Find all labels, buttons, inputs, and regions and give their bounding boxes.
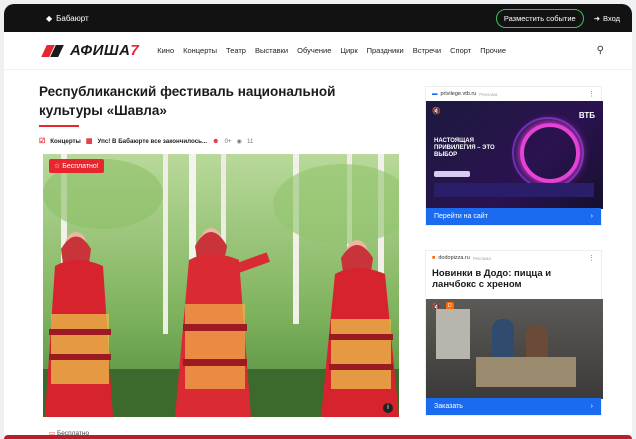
- ad-favicon-icon: ■: [432, 255, 436, 261]
- event-title: Республиканский фестиваль национальной к…: [39, 84, 336, 118]
- site-logo[interactable]: АФИША7: [41, 42, 140, 59]
- calendar-icon: ▦: [85, 138, 93, 145]
- chevron-right-icon: ›: [590, 403, 593, 410]
- ad-cta-button[interactable]: Заказать ›: [426, 398, 601, 415]
- logo-text: АФИША7: [70, 42, 140, 59]
- ad-cta-button[interactable]: Перейти на сайт ›: [426, 208, 601, 225]
- nav-item-theatre[interactable]: Театр: [226, 46, 246, 55]
- age-rating: 0+: [224, 137, 232, 145]
- more-options-icon[interactable]: ⋮: [588, 254, 595, 262]
- nav-item-holidays[interactable]: Праздники: [367, 46, 404, 55]
- nav-item-meetings[interactable]: Встречи: [413, 46, 441, 55]
- top-bar: ◆ Бабаюрт Разместить событие ➜ Вход: [4, 4, 632, 32]
- nav-item-kino[interactable]: Кино: [157, 46, 174, 55]
- nav-item-education[interactable]: Обучение: [297, 46, 331, 55]
- nav-item-other[interactable]: Прочие: [480, 46, 506, 55]
- people-icon: ☻: [212, 137, 220, 145]
- more-options-icon[interactable]: ⋮: [588, 90, 595, 98]
- nav-item-circus[interactable]: Цирк: [340, 46, 357, 55]
- login-label: Вход: [603, 13, 620, 23]
- ad-banner-button: [434, 171, 470, 177]
- event-photo-image: [43, 154, 399, 417]
- search-icon[interactable]: ⚲: [597, 45, 604, 56]
- ad-banner-image: 🔇 ВТБ НАСТОЯЩАЯ ПРИВИЛЕГИЯ – ЭТО ВЫБОР: [426, 101, 603, 209]
- nav-menu: Кино Концерты Театр Выставки Обучение Ци…: [157, 46, 596, 55]
- ad-header: ▬ privilege.vtb.ru Реклама ⋮: [426, 87, 601, 101]
- mute-icon[interactable]: 🔇: [432, 107, 441, 115]
- nav-item-concerts[interactable]: Концерты: [183, 46, 217, 55]
- ad-cta-label: Перейти на сайт: [434, 213, 488, 220]
- ad-cta-label: Заказать: [434, 403, 463, 410]
- ad-header: ■ dodopizza.ru Реклама ⋮: [426, 251, 601, 265]
- chevron-right-icon: ›: [590, 213, 593, 220]
- city-label: Бабаюрт: [56, 13, 89, 23]
- view-count: 11: [246, 137, 254, 145]
- ad-video-image: 🔇 D: [426, 299, 603, 399]
- title-underline: [39, 125, 79, 127]
- place-event-button[interactable]: Разместить событие: [495, 8, 584, 28]
- event-photo[interactable]: ☆ Бесплатно! i: [43, 154, 399, 417]
- checkbox-icon: ☑: [39, 138, 46, 145]
- nav-item-exhibitions[interactable]: Выставки: [255, 46, 288, 55]
- page: ◆ Бабаюрт Разместить событие ➜ Вход АФИШ…: [4, 4, 632, 439]
- ad-favicon-icon: ▬: [432, 91, 438, 97]
- person-shape: [492, 319, 514, 359]
- ad-domain: dodopizza.ru: [438, 255, 470, 261]
- event-date-status[interactable]: Упс! В Бабаюрте все закончилось...: [97, 138, 207, 145]
- ad-tag: Реклама: [472, 255, 491, 261]
- free-badge: ☆ Бесплатно!: [49, 159, 104, 173]
- neon-ring: [520, 123, 580, 183]
- info-icon[interactable]: i: [383, 403, 393, 413]
- ad-headline: Новинки в Додо: пицца и ланчбокс с хрено…: [432, 268, 552, 290]
- ad-banner-text: НАСТОЯЩАЯ ПРИВИЛЕГИЯ – ЭТО ВЫБОР: [434, 138, 495, 158]
- event-category[interactable]: Концерты: [50, 138, 81, 145]
- ad-dodo[interactable]: ■ dodopizza.ru Реклама ⋮ Новинки в Додо:…: [425, 250, 603, 416]
- main-nav: АФИША7 Кино Концерты Театр Выставки Обуч…: [4, 32, 632, 70]
- table-shape: [476, 357, 576, 387]
- bottom-bar: [4, 435, 632, 439]
- window-shape: [436, 309, 470, 359]
- person-shape: [526, 325, 548, 359]
- ad-domain: privilege.vtb.ru: [440, 91, 477, 97]
- login-button[interactable]: ➜ Вход: [594, 14, 620, 23]
- nav-item-sport[interactable]: Спорт: [450, 46, 471, 55]
- vtb-logo: ВТБ: [578, 111, 595, 120]
- ad-vtb[interactable]: ▬ privilege.vtb.ru Реклама ⋮ 🔇 ВТБ НАСТО…: [425, 86, 603, 226]
- ad-tag: Реклама: [479, 91, 498, 97]
- logo-mark-icon: [41, 44, 66, 57]
- ad-banner-stripe: [434, 183, 594, 197]
- eye-icon: ◉: [236, 137, 242, 145]
- login-icon: ➜: [593, 13, 601, 23]
- event-meta: ☑ Концерты ▦ Упс! В Бабаюрте все закончи…: [39, 137, 254, 146]
- location-icon: ◆: [46, 13, 53, 23]
- city-selector[interactable]: ◆ Бабаюрт: [46, 14, 89, 23]
